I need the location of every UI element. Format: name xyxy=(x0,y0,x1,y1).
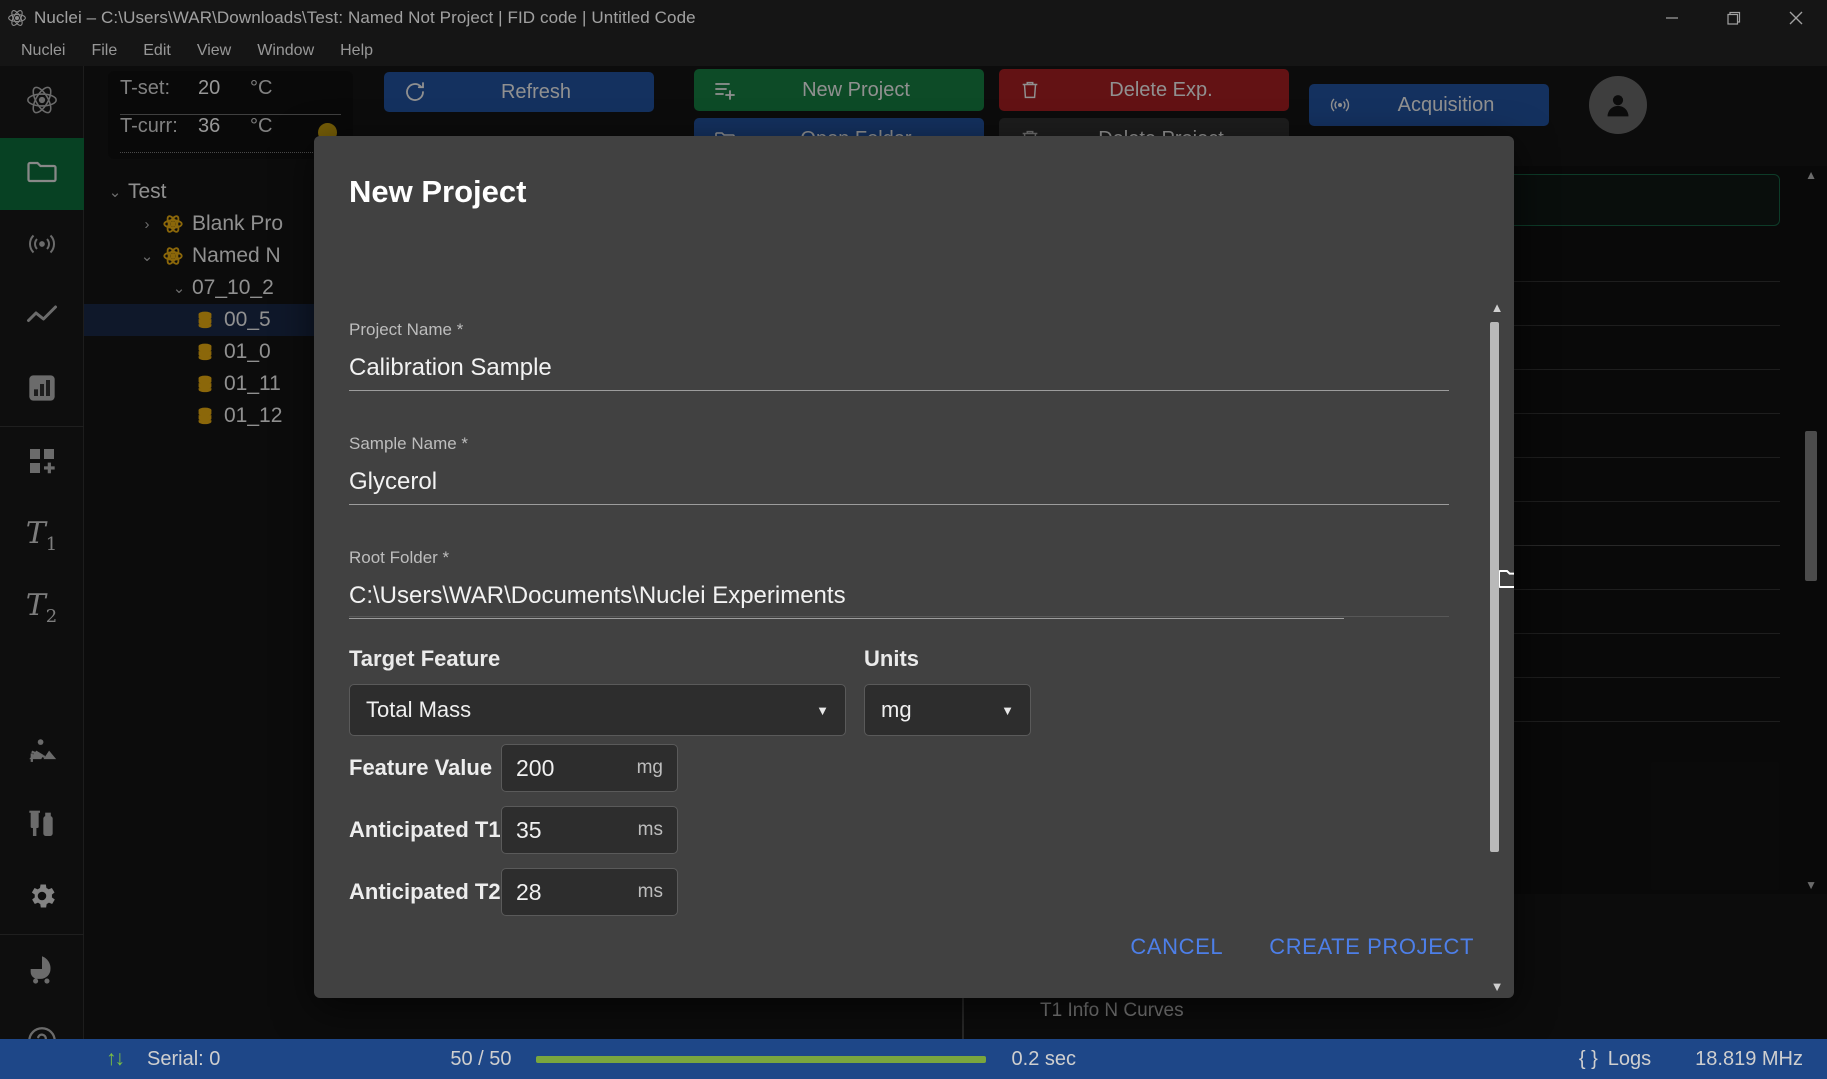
braces-icon: { } xyxy=(1578,1047,1598,1070)
dialog-scrollbar[interactable]: ▲ ▼ xyxy=(1490,300,1504,998)
sample-name-input[interactable]: Glycerol xyxy=(349,468,1449,496)
project-name-label: Project Name * xyxy=(349,320,464,339)
anticipated-t1-input[interactable]: 35 ms xyxy=(501,806,678,854)
sample-name-label: Sample Name * xyxy=(349,434,469,453)
root-folder-label: Root Folder * xyxy=(349,548,450,567)
chevron-down-icon: ▼ xyxy=(1001,702,1014,718)
create-project-button[interactable]: CREATE PROJECT xyxy=(1253,924,1490,970)
feature-value-number: 200 xyxy=(516,754,555,781)
serial-status: Serial: 0 xyxy=(147,1047,221,1070)
scroll-up-arrow-icon[interactable]: ▲ xyxy=(1490,300,1504,315)
dialog-title: New Project xyxy=(349,174,527,209)
target-feature-value: Total Mass xyxy=(366,697,472,722)
scrollbar-thumb[interactable] xyxy=(1490,322,1499,852)
target-feature-select[interactable]: Total Mass ▼ xyxy=(349,684,846,736)
units-value: mg xyxy=(881,697,912,722)
frequency-readout: 18.819 MHz xyxy=(1695,1047,1803,1070)
target-feature-group: Target Feature Total Mass ▼ xyxy=(349,646,846,736)
feature-value-input[interactable]: 200 mg xyxy=(501,744,678,792)
units-group: Units mg ▼ xyxy=(864,646,1031,736)
anticipated-t1-row: Anticipated T1 35 ms xyxy=(349,806,678,854)
dialog-divider xyxy=(349,616,1449,617)
anticipated-t2-input[interactable]: 28 ms xyxy=(501,868,678,916)
status-bar: ↑↓ Serial: 0 50 / 50 0.2 sec { } Logs 18… xyxy=(84,1039,1827,1079)
scan-count: 50 / 50 xyxy=(450,1047,512,1070)
application-window: Nuclei – C:\Users\WAR\Downloads\Test: Na… xyxy=(0,0,1827,1079)
anticipated-t2-label: Anticipated T2 xyxy=(349,879,501,904)
anticipated-t2-number: 28 xyxy=(516,878,542,905)
feature-value-label: Feature Value xyxy=(349,755,493,780)
logs-button[interactable]: { } Logs xyxy=(1579,1048,1651,1071)
elapsed-time: 0.2 sec xyxy=(1011,1047,1077,1070)
progress-bar xyxy=(535,1055,986,1063)
project-name-field-group: Project Name * Calibration Sample xyxy=(349,320,1449,391)
units-select[interactable]: mg ▼ xyxy=(864,684,1031,736)
anticipated-t1-number: 35 xyxy=(516,816,542,843)
project-name-input[interactable]: Calibration Sample xyxy=(349,354,1449,382)
root-folder-input[interactable]: C:\Users\WAR\Documents\Nuclei Experiment… xyxy=(349,582,1344,610)
units-label: Units xyxy=(864,646,919,671)
anticipated-t1-unit: ms xyxy=(637,819,663,840)
anticipated-t2-row: Anticipated T2 28 ms xyxy=(349,868,678,916)
feature-value-unit: mg xyxy=(636,757,663,778)
field-underline xyxy=(349,390,1449,391)
feature-value-row: Feature Value 200 mg xyxy=(349,744,678,792)
field-underline xyxy=(349,618,1344,619)
dialog-actions: CANCEL CREATE PROJECT xyxy=(1114,924,1490,970)
field-underline xyxy=(349,504,1449,505)
status-bar-left-corner xyxy=(0,1039,84,1079)
chevron-down-icon: ▼ xyxy=(816,702,829,718)
anticipated-t1-label: Anticipated T1 xyxy=(349,817,501,842)
root-folder-field-group: Root Folder * C:\Users\WAR\Documents\Nuc… xyxy=(349,548,1344,619)
new-project-dialog: New Project Project Name * Calibration S… xyxy=(314,136,1514,998)
up-down-arrows-icon: ↑↓ xyxy=(106,1047,125,1070)
cancel-button[interactable]: CANCEL xyxy=(1114,924,1239,970)
dialog-body: Project Name * Calibration Sample Sample… xyxy=(314,232,1514,994)
scroll-down-arrow-icon[interactable]: ▼ xyxy=(1490,979,1504,994)
sample-name-field-group: Sample Name * Glycerol xyxy=(349,434,1449,505)
anticipated-t2-unit: ms xyxy=(637,881,663,902)
logs-label: Logs xyxy=(1607,1047,1652,1070)
target-feature-label: Target Feature xyxy=(349,646,501,671)
